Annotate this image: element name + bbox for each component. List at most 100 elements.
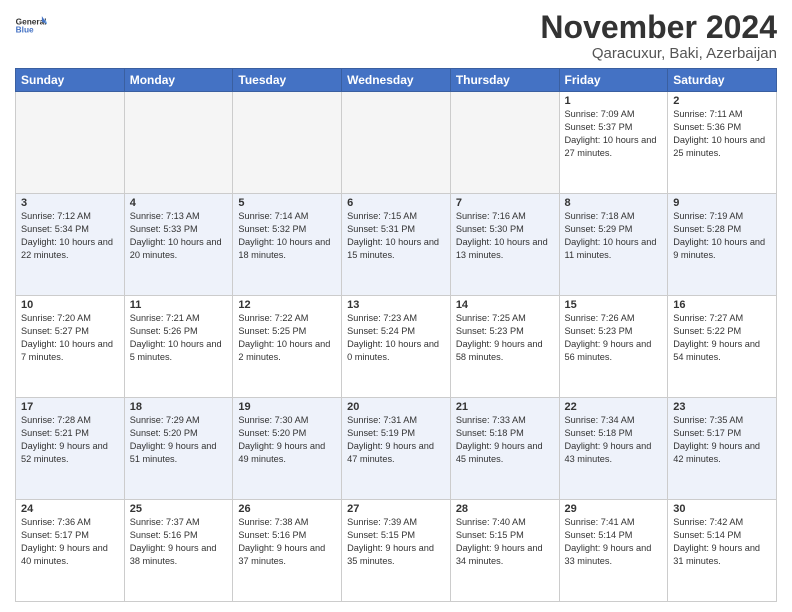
calendar-cell: 27Sunrise: 7:39 AMSunset: 5:15 PMDayligh… xyxy=(342,500,451,602)
day-number: 4 xyxy=(130,197,228,209)
calendar-cell xyxy=(450,92,559,194)
logo: General Blue xyxy=(15,10,47,42)
day-number: 18 xyxy=(130,401,228,413)
week-row-5: 24Sunrise: 7:36 AMSunset: 5:17 PMDayligh… xyxy=(16,500,777,602)
day-info: Sunrise: 7:40 AMSunset: 5:15 PMDaylight:… xyxy=(456,516,554,568)
header: General Blue November 2024 Qaracuxur, Ba… xyxy=(15,10,777,62)
week-row-1: 1Sunrise: 7:09 AMSunset: 5:37 PMDaylight… xyxy=(16,92,777,194)
col-sunday: Sunday xyxy=(16,69,125,92)
day-info: Sunrise: 7:23 AMSunset: 5:24 PMDaylight:… xyxy=(347,312,445,364)
svg-text:Blue: Blue xyxy=(16,25,34,35)
day-info: Sunrise: 7:09 AMSunset: 5:37 PMDaylight:… xyxy=(565,108,663,160)
calendar-cell: 12Sunrise: 7:22 AMSunset: 5:25 PMDayligh… xyxy=(233,296,342,398)
day-number: 29 xyxy=(565,503,663,515)
calendar-cell: 13Sunrise: 7:23 AMSunset: 5:24 PMDayligh… xyxy=(342,296,451,398)
day-info: Sunrise: 7:33 AMSunset: 5:18 PMDaylight:… xyxy=(456,414,554,466)
day-number: 22 xyxy=(565,401,663,413)
day-number: 14 xyxy=(456,299,554,311)
week-row-3: 10Sunrise: 7:20 AMSunset: 5:27 PMDayligh… xyxy=(16,296,777,398)
col-wednesday: Wednesday xyxy=(342,69,451,92)
day-number: 23 xyxy=(673,401,771,413)
day-info: Sunrise: 7:39 AMSunset: 5:15 PMDaylight:… xyxy=(347,516,445,568)
calendar-page: General Blue November 2024 Qaracuxur, Ba… xyxy=(0,0,792,612)
calendar-cell: 17Sunrise: 7:28 AMSunset: 5:21 PMDayligh… xyxy=(16,398,125,500)
day-number: 20 xyxy=(347,401,445,413)
day-number: 30 xyxy=(673,503,771,515)
day-info: Sunrise: 7:41 AMSunset: 5:14 PMDaylight:… xyxy=(565,516,663,568)
day-info: Sunrise: 7:16 AMSunset: 5:30 PMDaylight:… xyxy=(456,210,554,262)
week-row-2: 3Sunrise: 7:12 AMSunset: 5:34 PMDaylight… xyxy=(16,194,777,296)
calendar-cell: 18Sunrise: 7:29 AMSunset: 5:20 PMDayligh… xyxy=(124,398,233,500)
day-info: Sunrise: 7:29 AMSunset: 5:20 PMDaylight:… xyxy=(130,414,228,466)
calendar-cell: 6Sunrise: 7:15 AMSunset: 5:31 PMDaylight… xyxy=(342,194,451,296)
logo-svg: General Blue xyxy=(15,10,47,42)
col-tuesday: Tuesday xyxy=(233,69,342,92)
day-number: 11 xyxy=(130,299,228,311)
day-info: Sunrise: 7:38 AMSunset: 5:16 PMDaylight:… xyxy=(238,516,336,568)
calendar-cell: 26Sunrise: 7:38 AMSunset: 5:16 PMDayligh… xyxy=(233,500,342,602)
day-number: 24 xyxy=(21,503,119,515)
day-number: 27 xyxy=(347,503,445,515)
day-info: Sunrise: 7:35 AMSunset: 5:17 PMDaylight:… xyxy=(673,414,771,466)
day-number: 8 xyxy=(565,197,663,209)
day-info: Sunrise: 7:26 AMSunset: 5:23 PMDaylight:… xyxy=(565,312,663,364)
calendar-cell: 8Sunrise: 7:18 AMSunset: 5:29 PMDaylight… xyxy=(559,194,668,296)
day-number: 16 xyxy=(673,299,771,311)
day-info: Sunrise: 7:25 AMSunset: 5:23 PMDaylight:… xyxy=(456,312,554,364)
calendar-cell xyxy=(124,92,233,194)
location-subtitle: Qaracuxur, Baki, Azerbaijan xyxy=(540,45,777,62)
day-number: 12 xyxy=(238,299,336,311)
calendar-cell: 22Sunrise: 7:34 AMSunset: 5:18 PMDayligh… xyxy=(559,398,668,500)
day-info: Sunrise: 7:14 AMSunset: 5:32 PMDaylight:… xyxy=(238,210,336,262)
day-info: Sunrise: 7:30 AMSunset: 5:20 PMDaylight:… xyxy=(238,414,336,466)
day-info: Sunrise: 7:20 AMSunset: 5:27 PMDaylight:… xyxy=(21,312,119,364)
day-number: 7 xyxy=(456,197,554,209)
day-number: 5 xyxy=(238,197,336,209)
day-number: 10 xyxy=(21,299,119,311)
col-saturday: Saturday xyxy=(668,69,777,92)
calendar-cell: 23Sunrise: 7:35 AMSunset: 5:17 PMDayligh… xyxy=(668,398,777,500)
calendar-cell: 7Sunrise: 7:16 AMSunset: 5:30 PMDaylight… xyxy=(450,194,559,296)
day-number: 26 xyxy=(238,503,336,515)
day-number: 6 xyxy=(347,197,445,209)
day-number: 19 xyxy=(238,401,336,413)
calendar-cell: 30Sunrise: 7:42 AMSunset: 5:14 PMDayligh… xyxy=(668,500,777,602)
calendar-cell: 14Sunrise: 7:25 AMSunset: 5:23 PMDayligh… xyxy=(450,296,559,398)
calendar-table: Sunday Monday Tuesday Wednesday Thursday… xyxy=(15,68,777,602)
day-info: Sunrise: 7:18 AMSunset: 5:29 PMDaylight:… xyxy=(565,210,663,262)
calendar-cell xyxy=(16,92,125,194)
calendar-cell: 5Sunrise: 7:14 AMSunset: 5:32 PMDaylight… xyxy=(233,194,342,296)
day-number: 21 xyxy=(456,401,554,413)
day-info: Sunrise: 7:13 AMSunset: 5:33 PMDaylight:… xyxy=(130,210,228,262)
day-number: 15 xyxy=(565,299,663,311)
calendar-cell: 1Sunrise: 7:09 AMSunset: 5:37 PMDaylight… xyxy=(559,92,668,194)
day-info: Sunrise: 7:31 AMSunset: 5:19 PMDaylight:… xyxy=(347,414,445,466)
col-monday: Monday xyxy=(124,69,233,92)
calendar-cell: 15Sunrise: 7:26 AMSunset: 5:23 PMDayligh… xyxy=(559,296,668,398)
day-number: 13 xyxy=(347,299,445,311)
calendar-cell: 3Sunrise: 7:12 AMSunset: 5:34 PMDaylight… xyxy=(16,194,125,296)
day-info: Sunrise: 7:15 AMSunset: 5:31 PMDaylight:… xyxy=(347,210,445,262)
day-number: 3 xyxy=(21,197,119,209)
calendar-cell: 25Sunrise: 7:37 AMSunset: 5:16 PMDayligh… xyxy=(124,500,233,602)
calendar-cell: 21Sunrise: 7:33 AMSunset: 5:18 PMDayligh… xyxy=(450,398,559,500)
day-info: Sunrise: 7:37 AMSunset: 5:16 PMDaylight:… xyxy=(130,516,228,568)
calendar-cell: 29Sunrise: 7:41 AMSunset: 5:14 PMDayligh… xyxy=(559,500,668,602)
calendar-cell: 11Sunrise: 7:21 AMSunset: 5:26 PMDayligh… xyxy=(124,296,233,398)
title-block: November 2024 Qaracuxur, Baki, Azerbaija… xyxy=(540,10,777,62)
day-number: 9 xyxy=(673,197,771,209)
calendar-cell: 20Sunrise: 7:31 AMSunset: 5:19 PMDayligh… xyxy=(342,398,451,500)
calendar-cell xyxy=(342,92,451,194)
day-info: Sunrise: 7:28 AMSunset: 5:21 PMDaylight:… xyxy=(21,414,119,466)
week-row-4: 17Sunrise: 7:28 AMSunset: 5:21 PMDayligh… xyxy=(16,398,777,500)
day-info: Sunrise: 7:36 AMSunset: 5:17 PMDaylight:… xyxy=(21,516,119,568)
day-info: Sunrise: 7:11 AMSunset: 5:36 PMDaylight:… xyxy=(673,108,771,160)
day-number: 1 xyxy=(565,95,663,107)
day-number: 28 xyxy=(456,503,554,515)
col-friday: Friday xyxy=(559,69,668,92)
day-number: 17 xyxy=(21,401,119,413)
calendar-cell: 9Sunrise: 7:19 AMSunset: 5:28 PMDaylight… xyxy=(668,194,777,296)
header-row: Sunday Monday Tuesday Wednesday Thursday… xyxy=(16,69,777,92)
day-info: Sunrise: 7:34 AMSunset: 5:18 PMDaylight:… xyxy=(565,414,663,466)
day-info: Sunrise: 7:22 AMSunset: 5:25 PMDaylight:… xyxy=(238,312,336,364)
